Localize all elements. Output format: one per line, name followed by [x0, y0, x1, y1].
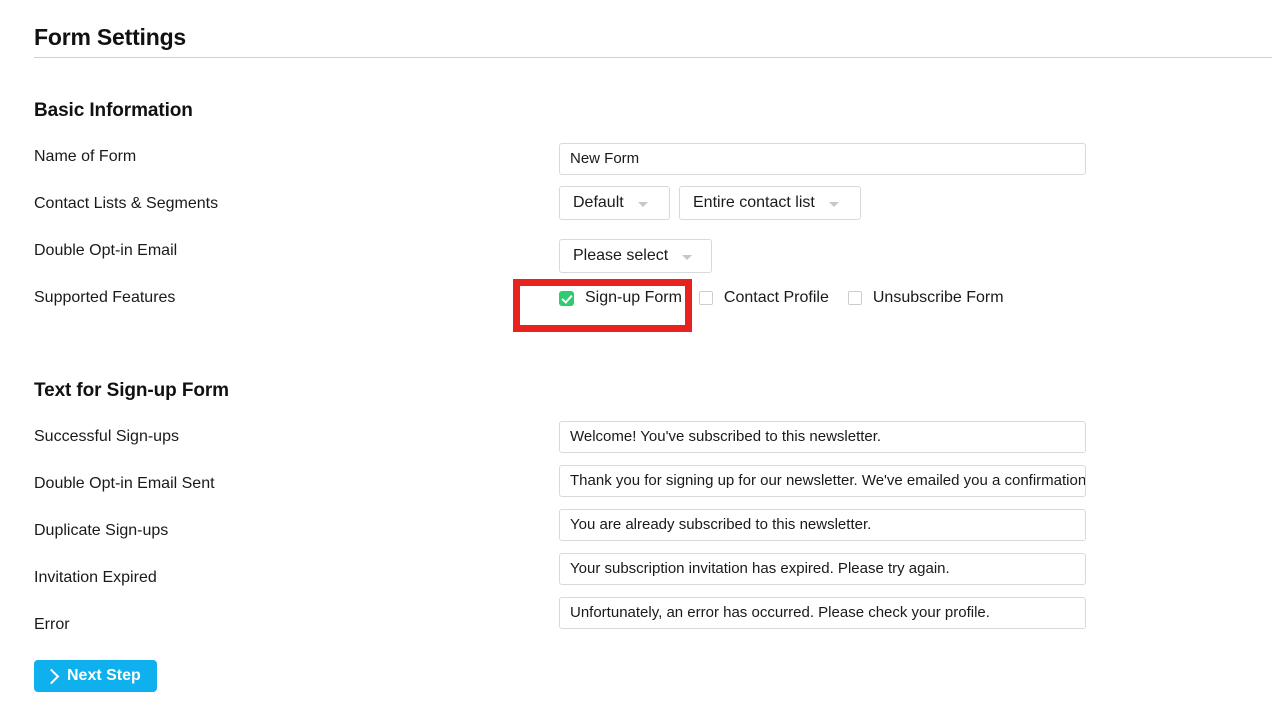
title-divider — [34, 57, 1272, 58]
duplicate-signups-input[interactable]: You are already subscribed to this newsl… — [559, 509, 1086, 541]
next-step-button-label: Next Step — [67, 667, 141, 684]
next-step-button[interactable]: Next Step — [34, 660, 157, 692]
double-optin-email-sent-input[interactable]: Thank you for signing up for our newslet… — [559, 465, 1086, 497]
contact-list-select[interactable]: Default — [559, 186, 670, 220]
chevron-down-icon — [682, 254, 693, 260]
section-heading-basic-information: Basic Information — [34, 100, 193, 121]
contact-list-select-value: Default — [573, 194, 624, 211]
chevron-down-icon — [637, 201, 648, 207]
label-double-optin-email: Double Opt-in Email — [34, 242, 178, 259]
label-successful-signups: Successful Sign-ups — [34, 428, 179, 445]
form-settings-page: Form Settings Basic Information Name of … — [0, 0, 1272, 707]
label-invitation-expired: Invitation Expired — [34, 569, 157, 586]
invitation-expired-input[interactable]: Your subscription invitation has expired… — [559, 553, 1086, 585]
label-contact-lists-segments: Contact Lists & Segments — [34, 195, 219, 212]
chevron-right-icon — [43, 668, 60, 684]
segment-select-value: Entire contact list — [693, 194, 815, 211]
page-title: Form Settings — [34, 24, 187, 50]
double-optin-email-select-value: Please select — [573, 247, 669, 264]
label-supported-features: Supported Features — [34, 289, 176, 306]
checkbox-contact-profile[interactable]: Contact Profile — [698, 288, 829, 308]
checkbox-signup-form-label: Sign-up Form — [585, 289, 682, 306]
checkbox-signup-form[interactable]: Sign-up Form — [559, 288, 682, 308]
supported-features-checkbox-group: Sign-up Form Contact Profile Unsubscribe… — [520, 288, 1004, 308]
checkbox-contact-profile-label: Contact Profile — [723, 289, 829, 306]
checkbox-checked-icon[interactable] — [559, 290, 574, 306]
successful-signups-input[interactable]: Welcome! You've subscribed to this newsl… — [559, 421, 1086, 453]
checkbox-unsubscribe-form-label: Unsubscribe Form — [872, 289, 1004, 306]
label-double-optin-email-sent: Double Opt-in Email Sent — [34, 475, 215, 492]
checkbox-unchecked-icon[interactable] — [698, 291, 713, 305]
error-input[interactable]: Unfortunately, an error has occurred. Pl… — [559, 597, 1086, 629]
section-heading-text-for-signup-form: Text for Sign-up Form — [34, 380, 229, 401]
checkbox-unchecked-icon[interactable] — [847, 291, 862, 305]
chevron-down-icon — [828, 201, 839, 207]
label-error: Error — [34, 616, 70, 633]
name-of-form-input[interactable]: New Form — [559, 143, 1086, 175]
label-duplicate-signups: Duplicate Sign-ups — [34, 522, 169, 539]
label-name-of-form: Name of Form — [34, 148, 137, 165]
segment-select[interactable]: Entire contact list — [679, 186, 861, 220]
double-optin-email-select[interactable]: Please select — [559, 239, 712, 273]
checkbox-unsubscribe-form[interactable]: Unsubscribe Form — [847, 288, 1004, 308]
